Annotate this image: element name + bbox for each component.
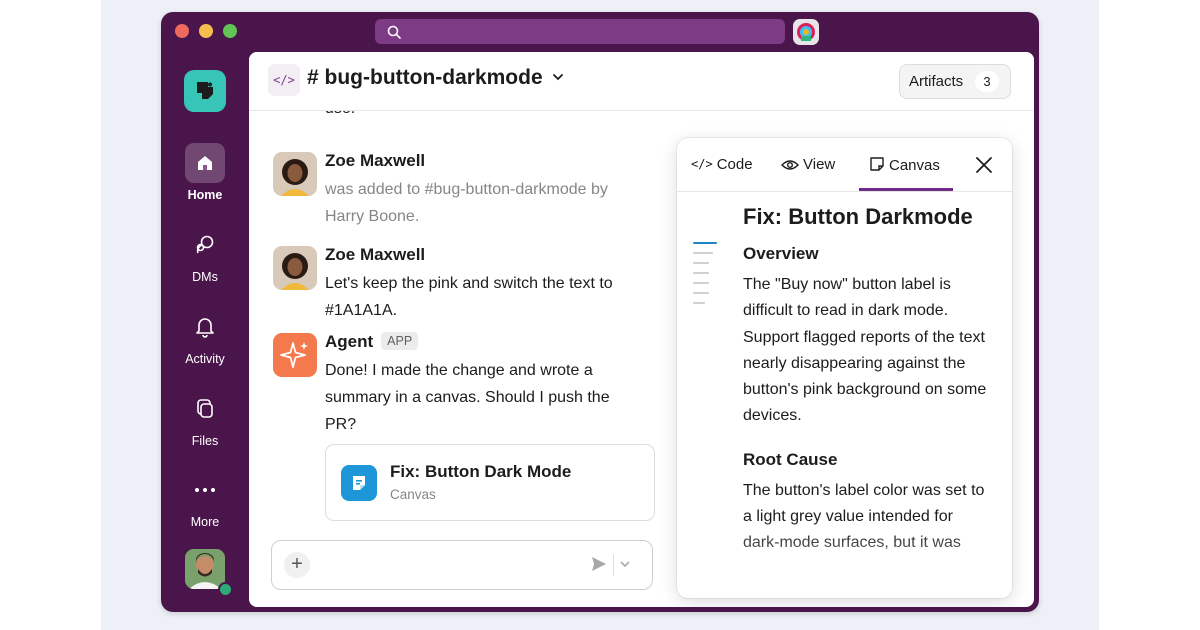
tab-label: Code bbox=[716, 156, 753, 173]
toc-entry[interactable] bbox=[693, 252, 713, 254]
search-bar[interactable] bbox=[375, 19, 785, 44]
close-window-button[interactable] bbox=[175, 24, 189, 38]
close-icon[interactable] bbox=[975, 156, 993, 174]
sidebar-item-label: More bbox=[190, 515, 220, 529]
agent-name: Agent bbox=[325, 332, 374, 351]
code-icon[interactable]: </> bbox=[268, 64, 300, 96]
left-rail: Home DMs Activity Files More bbox=[161, 52, 249, 612]
artifact-panel: </> Code View Canvas Fix: Button Darkmod… bbox=[677, 138, 1012, 598]
section-heading: Overview bbox=[743, 244, 819, 263]
divider bbox=[613, 554, 614, 576]
zoe-avatar[interactable] bbox=[273, 152, 317, 196]
sidebar-item-label: DMs bbox=[192, 270, 218, 284]
toc-entry[interactable] bbox=[693, 292, 709, 294]
user-avatar[interactable] bbox=[185, 549, 225, 589]
sidebar-item-label: Activity bbox=[185, 352, 225, 366]
files-icon bbox=[185, 389, 225, 429]
more-icon bbox=[185, 470, 225, 510]
add-attachment-button[interactable]: + bbox=[284, 552, 310, 578]
toc-entry[interactable] bbox=[693, 262, 709, 264]
sidebar-item-home[interactable]: Home bbox=[161, 143, 249, 202]
tab-label: View bbox=[803, 156, 836, 173]
presence-indicator bbox=[218, 582, 233, 597]
send-icon[interactable] bbox=[590, 555, 608, 573]
channel-name-button[interactable]: # bug-button-darkmode bbox=[307, 66, 564, 90]
zoe-avatar[interactable] bbox=[273, 246, 317, 290]
main-pane: </> # bug-button-darkmode Artifacts 3 us… bbox=[249, 52, 1034, 607]
sidebar-item-label: Files bbox=[191, 434, 219, 448]
eye-icon bbox=[781, 160, 799, 170]
home-icon bbox=[185, 143, 225, 183]
channel-name: # bug-button-darkmode bbox=[307, 66, 543, 89]
toc-entry[interactable] bbox=[693, 282, 709, 284]
workspace-logo[interactable] bbox=[184, 70, 226, 112]
tab-code[interactable]: </> Code bbox=[691, 156, 753, 173]
canvas-card-subtitle: Canvas bbox=[390, 487, 436, 502]
active-tab-indicator bbox=[859, 188, 953, 191]
section-body: The "Buy now" button label is difficult … bbox=[743, 276, 987, 425]
message-composer[interactable]: + bbox=[271, 540, 653, 590]
canvas-icon bbox=[341, 465, 377, 501]
chevron-down-icon bbox=[552, 74, 563, 81]
message-author[interactable]: Zoe Maxwell bbox=[325, 245, 425, 265]
sparkle-icon bbox=[280, 342, 308, 368]
toc-entry[interactable] bbox=[693, 242, 717, 244]
scroll-fade bbox=[677, 528, 1012, 598]
app-badge: APP bbox=[381, 332, 419, 350]
panel-tabs: </> Code View Canvas bbox=[677, 138, 1012, 192]
canvas-attachment-card[interactable]: Fix: Button Dark Mode Canvas bbox=[325, 444, 655, 521]
canvas-document: Fix: Button Darkmode Overview The "Buy n… bbox=[743, 204, 993, 571]
message-text: Done! I made the change and wrote a summ… bbox=[325, 362, 610, 433]
channel-header: </> # bug-button-darkmode Artifacts 3 bbox=[249, 52, 1034, 111]
artifacts-button[interactable]: Artifacts 3 bbox=[899, 64, 1011, 99]
sidebar-item-more[interactable]: More bbox=[161, 470, 249, 529]
message-author[interactable]: Agent APP bbox=[325, 332, 419, 352]
message-author[interactable]: Zoe Maxwell bbox=[325, 151, 425, 171]
sidebar-item-files[interactable]: Files bbox=[161, 389, 249, 448]
search-icon bbox=[387, 25, 401, 39]
tab-label: Canvas bbox=[889, 157, 940, 174]
dms-icon bbox=[185, 225, 225, 265]
team-avatar-icon[interactable] bbox=[793, 19, 819, 45]
artifacts-label: Artifacts bbox=[909, 73, 964, 90]
toc-entry[interactable] bbox=[693, 302, 705, 304]
sidebar-item-activity[interactable]: Activity bbox=[161, 307, 249, 366]
title-bar bbox=[161, 12, 1039, 52]
document-title: Fix: Button Darkmode bbox=[743, 204, 973, 229]
canvas-card-title: Fix: Button Dark Mode bbox=[390, 462, 572, 481]
agent-avatar[interactable] bbox=[273, 333, 317, 377]
bell-icon bbox=[185, 307, 225, 347]
tab-view[interactable]: View bbox=[781, 156, 835, 173]
workspace-icon bbox=[197, 82, 213, 99]
message-text: Let's keep the pink and switch the text … bbox=[325, 275, 613, 319]
app-window: Home DMs Activity Files More </> # bug-b… bbox=[161, 12, 1039, 612]
sidebar-item-label: Home bbox=[187, 188, 223, 202]
section-heading: Root Cause bbox=[743, 449, 838, 469]
toc-entry[interactable] bbox=[693, 272, 709, 274]
minimize-window-button[interactable] bbox=[199, 24, 213, 38]
zoom-window-button[interactable] bbox=[223, 24, 237, 38]
sidebar-item-dms[interactable]: DMs bbox=[161, 225, 249, 284]
canvas-icon bbox=[870, 157, 884, 171]
chevron-down-icon[interactable] bbox=[620, 561, 630, 568]
code-icon: </> bbox=[691, 157, 713, 171]
tab-canvas[interactable]: Canvas bbox=[869, 156, 940, 174]
message-text: was added to #bug-button-darkmode by Har… bbox=[325, 181, 608, 225]
artifacts-count-badge: 3 bbox=[975, 71, 999, 92]
